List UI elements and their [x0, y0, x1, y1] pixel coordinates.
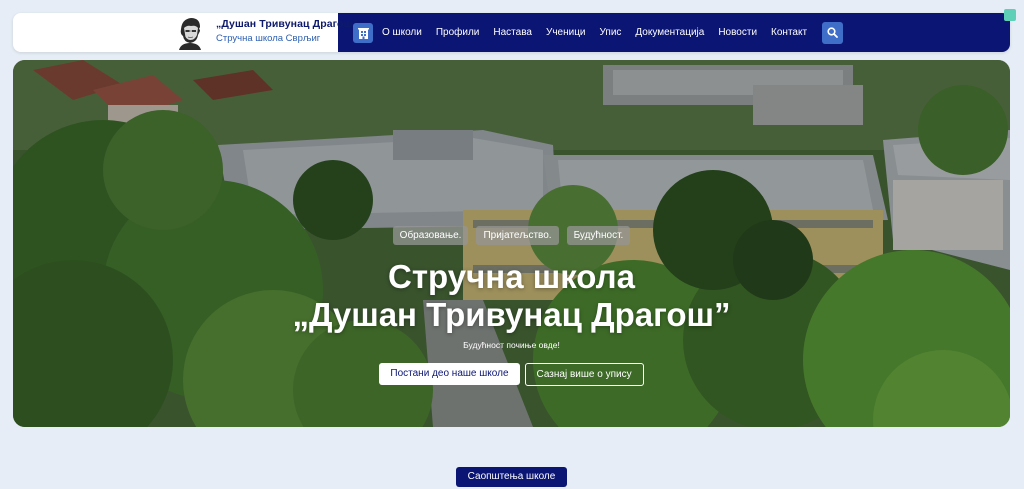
hero-actions: Постани део наше школе Сазнај више о упи…: [13, 363, 1010, 386]
hero-banner: Образовање. Пријатељство. Будућност. Стр…: [13, 60, 1010, 427]
search-button[interactable]: [822, 21, 844, 44]
nav-item-enrollment[interactable]: Упис: [600, 27, 622, 38]
tag-education: Образовање.: [392, 226, 469, 245]
tag-future: Будућност.: [566, 226, 631, 245]
brand-area[interactable]: „Душан Тривунац Драгош” Стручна школа Св…: [13, 13, 358, 52]
accessibility-widget-icon[interactable]: [1004, 9, 1016, 21]
hero-title-line1: Стручна школа: [388, 258, 635, 295]
nav-item-contact[interactable]: Контакт: [771, 27, 807, 38]
nav-item-documentation[interactable]: Документација: [635, 27, 704, 38]
learn-enrollment-button[interactable]: Сазнај више о упису: [524, 363, 644, 386]
top-navbar: „Душан Тривунац Драгош” Стручна школа Св…: [13, 13, 1010, 52]
hero-tags: Образовање. Пријатељство. Будућност.: [13, 226, 1010, 245]
nav-item-students[interactable]: Ученици: [546, 27, 586, 38]
search-icon: [827, 27, 838, 38]
founder-portrait-logo: [173, 15, 207, 50]
announcements-heading-button[interactable]: Саопштења школе: [456, 467, 567, 487]
hero-subtitle: Будућност почиње овде!: [463, 340, 560, 350]
nav-item-news[interactable]: Новости: [718, 27, 757, 38]
school-name: „Душан Тривунац Драгош”: [216, 18, 358, 30]
join-school-button[interactable]: Постани део наше школе: [379, 363, 520, 385]
main-menu: О школи Профили Настава Ученици Упис Док…: [338, 13, 1010, 52]
hero-title-line2: „Душан Тривунац Драгош”: [292, 296, 731, 333]
school-location: Стручна школа Сврљиг: [216, 33, 321, 44]
nav-item-profiles[interactable]: Профили: [436, 27, 480, 38]
hero-title: Стручна школа „Душан Тривунац Драгош”: [13, 258, 1010, 334]
nav-item-about[interactable]: О школи: [382, 27, 422, 38]
tag-friendship: Пријатељство.: [476, 226, 559, 245]
brand-text: „Душан Тривунац Драгош” Стручна школа Св…: [216, 18, 358, 44]
building-icon: [357, 27, 369, 39]
nav-item-teaching[interactable]: Настава: [493, 27, 532, 38]
